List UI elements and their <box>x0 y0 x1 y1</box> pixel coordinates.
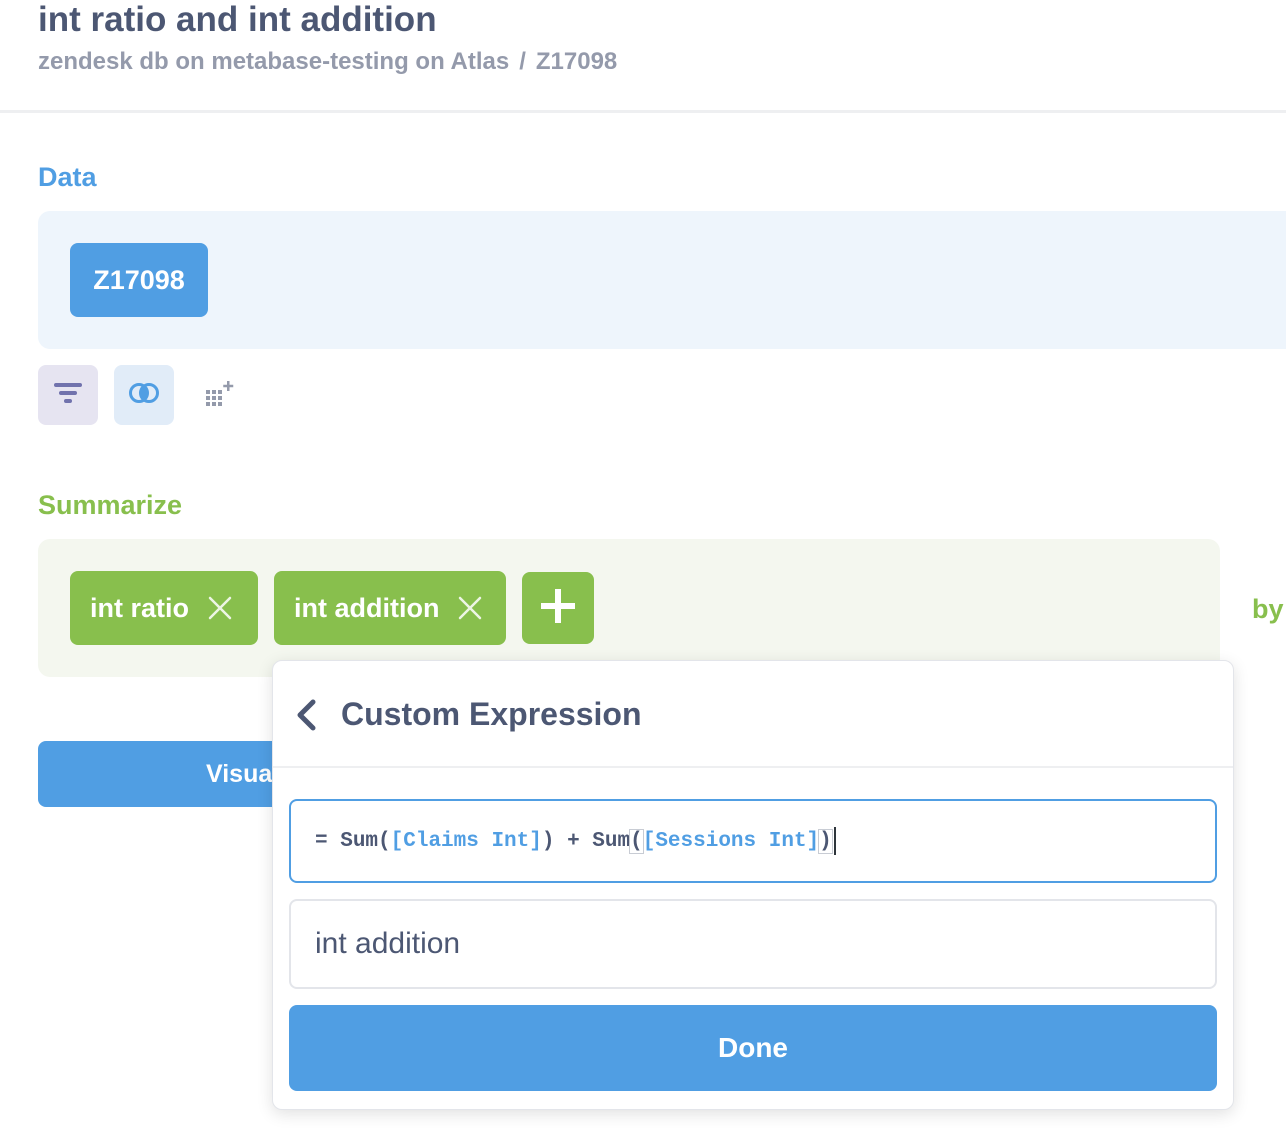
close-icon[interactable] <box>207 595 233 621</box>
custom-column-button[interactable] <box>190 365 250 425</box>
expression-function: Sum( <box>340 829 391 853</box>
breadcrumb-table[interactable]: Z17098 <box>536 48 617 75</box>
filter-button[interactable] <box>38 365 98 425</box>
plus-icon <box>541 588 575 628</box>
group-by-label: by <box>1252 594 1284 624</box>
join-icon <box>128 382 160 409</box>
expression-paren-highlight: ) <box>818 828 833 854</box>
expression-name-input[interactable]: int addition <box>289 899 1217 989</box>
metric-chip-int-addition[interactable]: int addition <box>274 571 506 645</box>
expression-operator: + <box>554 829 593 853</box>
metric-label: int addition <box>294 592 440 623</box>
data-step-box <box>38 211 1286 349</box>
metric-chip-int-ratio[interactable]: int ratio <box>70 571 258 645</box>
filter-icon <box>54 381 82 410</box>
expression-field: [Claims Int] <box>390 829 542 853</box>
expression-field: [Sessions Int] <box>642 829 820 853</box>
text-caret <box>833 827 836 855</box>
breadcrumb-database[interactable]: zendesk db on metabase-testing on Atlas <box>38 48 509 75</box>
page-header: int ratio and int addition zendesk db on… <box>0 0 1286 113</box>
metric-label: int ratio <box>90 592 189 623</box>
expression-editor[interactable]: = Sum([Claims Int]) + Sum([Sessions Int]… <box>289 799 1217 883</box>
close-icon[interactable] <box>457 595 483 621</box>
custom-column-icon <box>204 380 236 411</box>
popover-title[interactable]: Custom Expression <box>341 696 642 733</box>
add-metric-button[interactable] <box>522 572 594 644</box>
data-section-label: Data <box>38 162 97 192</box>
join-button[interactable] <box>114 365 174 425</box>
done-button[interactable]: Done <box>289 1005 1217 1091</box>
expression-paren: ) <box>541 829 555 853</box>
chevron-left-icon[interactable] <box>293 699 319 736</box>
popover-header: Custom Expression <box>273 661 1233 768</box>
custom-expression-popover: Custom Expression = Sum([Claims Int]) + … <box>272 660 1234 1110</box>
expression-paren-highlight: ( <box>629 828 644 854</box>
visualize-label: Visua <box>206 759 273 788</box>
breadcrumb-separator: / <box>519 48 526 75</box>
expression-prefix: = <box>315 829 341 853</box>
page-title[interactable]: int ratio and int addition <box>38 0 437 40</box>
breadcrumb: zendesk db on metabase-testing on Atlas /… <box>38 48 617 76</box>
expression-function: Sum <box>592 829 631 853</box>
summarize-section-label: Summarize <box>38 490 183 520</box>
source-table-chip[interactable]: Z17098 <box>70 243 208 317</box>
